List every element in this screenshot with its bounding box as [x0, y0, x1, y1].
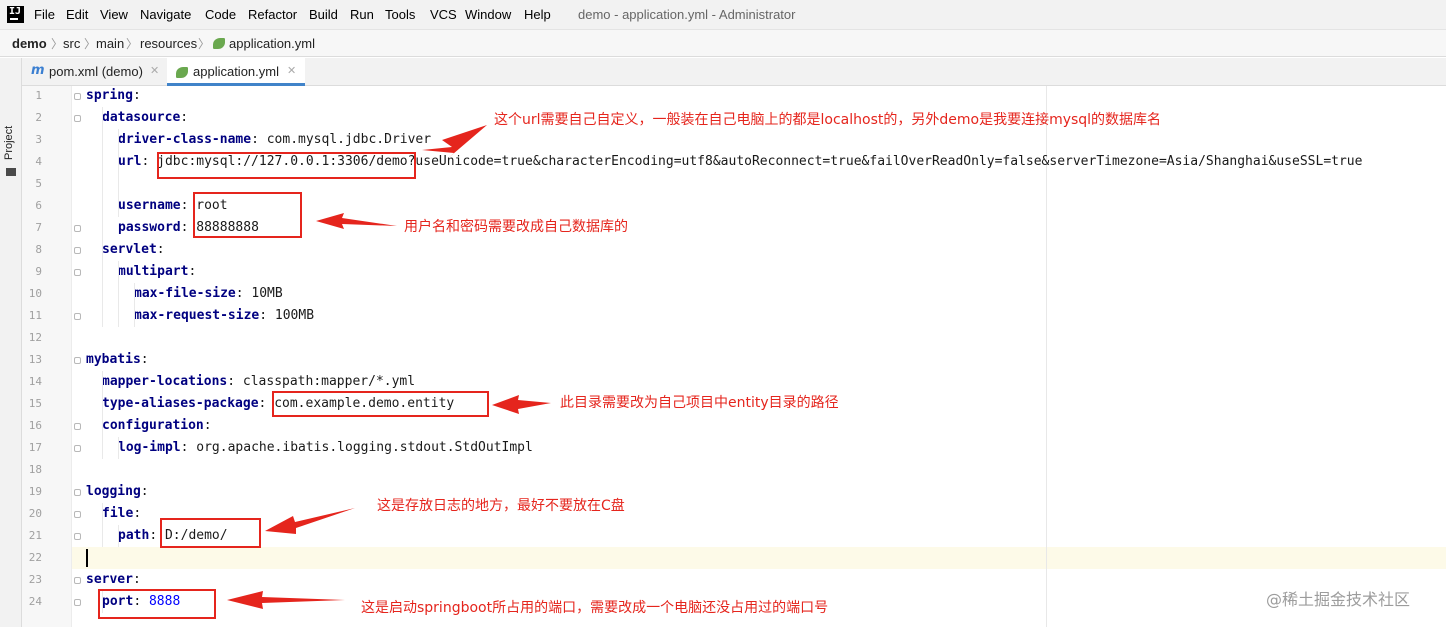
annotation-arrows: [227, 125, 551, 609]
arrow-credentials: [316, 213, 397, 229]
arrow-log-path: [265, 508, 355, 534]
watermark: @稀土掘金技术社区: [1266, 590, 1411, 609]
arrow-entity: [492, 395, 551, 414]
annotation-entity: 此目录需要改为自己项目中entity目录的路径: [560, 395, 839, 411]
annotation-port: 这是启动springboot所占用的端口，需要改成一个电脑还没占用过的端口号: [361, 600, 829, 616]
annotation-credentials: 用户名和密码需要改成自己数据库的: [404, 219, 628, 235]
arrow-url: [422, 125, 487, 160]
annotation-log-path: 这是存放日志的地方，最好不要放在C盘: [377, 498, 625, 514]
annotation-url: 这个url需要自己自定义，一般装在自己电脑上的都是localhost的，另外de…: [494, 112, 1162, 128]
arrow-port: [227, 591, 345, 609]
